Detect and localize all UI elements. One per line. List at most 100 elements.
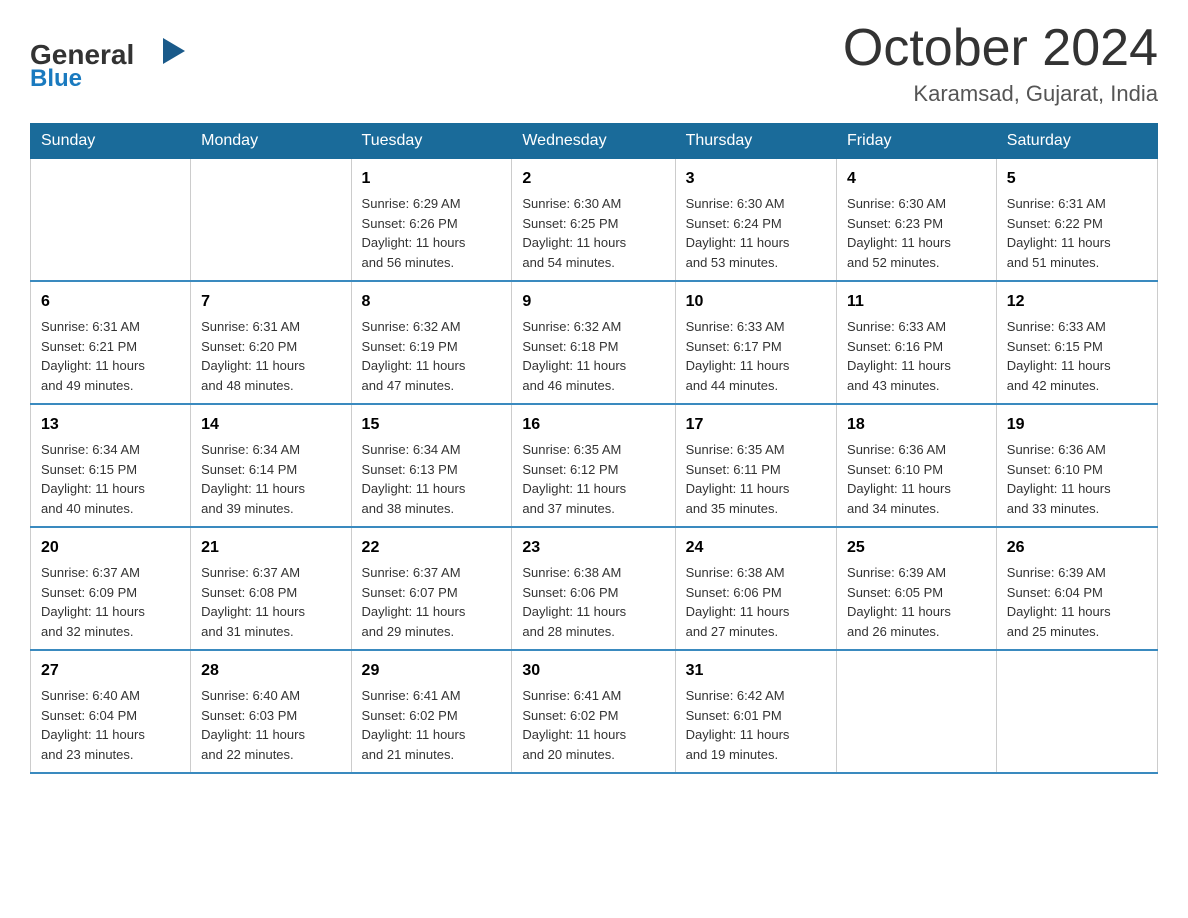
logo-svg: General Blue <box>30 26 190 91</box>
calendar-table: Sunday Monday Tuesday Wednesday Thursday… <box>30 123 1158 774</box>
day-info: Sunrise: 6:35 AM Sunset: 6:12 PM Dayligh… <box>522 440 664 518</box>
calendar-day-cell: 1Sunrise: 6:29 AM Sunset: 6:26 PM Daylig… <box>351 159 512 282</box>
calendar-day-cell: 31Sunrise: 6:42 AM Sunset: 6:01 PM Dayli… <box>675 650 836 773</box>
day-info: Sunrise: 6:38 AM Sunset: 6:06 PM Dayligh… <box>686 563 826 641</box>
calendar-day-cell: 10 Sunrise: 6:33 AM Sunset: 6:17 PM Dayli… <box>675 281 836 404</box>
calendar-week-row: 20 Sunrise: 6:37 AM Sunset: 6:09 PM Dayli… <box>31 527 1158 650</box>
col-saturday: Saturday <box>996 124 1157 159</box>
day-info: Sunrise: 6:33 AM Sunset: 6:15 PM Dayligh… <box>1007 317 1147 395</box>
calendar-day-cell: 28 Sunrise: 6:40 AM Sunset: 6:03 PM Dayli… <box>191 650 351 773</box>
location-title: Karamsad, Gujarat, India <box>843 81 1158 107</box>
day-number: 11 <box>847 290 986 314</box>
day-info: Sunrise: 6:42 AM Sunset: 6:01 PM Dayligh… <box>686 686 826 764</box>
calendar-day-cell: 5 Sunrise: 6:31 AM Sunset: 6:22 PM Daylig… <box>996 159 1157 282</box>
day-info: Sunrise: 6:39 AM Sunset: 6:05 PM Dayligh… <box>847 563 986 641</box>
calendar-day-cell <box>996 650 1157 773</box>
calendar-day-cell: 14 Sunrise: 6:34 AM Sunset: 6:14 PM Dayli… <box>191 404 351 527</box>
calendar-week-row: 13 Sunrise: 6:34 AM Sunset: 6:15 PM Dayli… <box>31 404 1158 527</box>
day-number: 7 <box>201 290 340 314</box>
calendar-day-cell: 13 Sunrise: 6:34 AM Sunset: 6:15 PM Dayli… <box>31 404 191 527</box>
day-info: Sunrise: 6:30 AM Sunset: 6:24 PM Dayligh… <box>686 194 826 272</box>
calendar-day-cell: 15 Sunrise: 6:34 AM Sunset: 6:13 PM Dayli… <box>351 404 512 527</box>
day-number: 1 <box>362 167 502 191</box>
day-number: 29 <box>362 659 502 683</box>
day-info: Sunrise: 6:31 AM Sunset: 6:20 PM Dayligh… <box>201 317 340 395</box>
day-info: Sunrise: 6:31 AM Sunset: 6:21 PM Dayligh… <box>41 317 180 395</box>
col-friday: Friday <box>837 124 997 159</box>
day-info: Sunrise: 6:34 AM Sunset: 6:15 PM Dayligh… <box>41 440 180 518</box>
day-info: Sunrise: 6:37 AM Sunset: 6:07 PM Dayligh… <box>362 563 502 641</box>
day-number: 9 <box>522 290 664 314</box>
day-info: Sunrise: 6:32 AM Sunset: 6:19 PM Dayligh… <box>362 317 502 395</box>
day-info: Sunrise: 6:36 AM Sunset: 6:10 PM Dayligh… <box>1007 440 1147 518</box>
day-number: 26 <box>1007 536 1147 560</box>
calendar-week-row: 1Sunrise: 6:29 AM Sunset: 6:26 PM Daylig… <box>31 159 1158 282</box>
day-number: 5 <box>1007 167 1147 191</box>
calendar-day-cell: 2 Sunrise: 6:30 AM Sunset: 6:25 PM Daylig… <box>512 159 675 282</box>
day-info: Sunrise: 6:37 AM Sunset: 6:09 PM Dayligh… <box>41 563 180 641</box>
calendar-day-cell: 24 Sunrise: 6:38 AM Sunset: 6:06 PM Dayli… <box>675 527 836 650</box>
day-info: Sunrise: 6:30 AM Sunset: 6:23 PM Dayligh… <box>847 194 986 272</box>
col-monday: Monday <box>191 124 351 159</box>
calendar-day-cell: 8Sunrise: 6:32 AM Sunset: 6:19 PM Daylig… <box>351 281 512 404</box>
calendar-day-cell: 29Sunrise: 6:41 AM Sunset: 6:02 PM Dayli… <box>351 650 512 773</box>
day-info: Sunrise: 6:33 AM Sunset: 6:17 PM Dayligh… <box>686 317 826 395</box>
logo: General Blue <box>30 20 190 91</box>
day-info: Sunrise: 6:34 AM Sunset: 6:13 PM Dayligh… <box>362 440 502 518</box>
day-info: Sunrise: 6:37 AM Sunset: 6:08 PM Dayligh… <box>201 563 340 641</box>
calendar-day-cell: 3Sunrise: 6:30 AM Sunset: 6:24 PM Daylig… <box>675 159 836 282</box>
day-number: 23 <box>522 536 664 560</box>
col-sunday: Sunday <box>31 124 191 159</box>
day-number: 15 <box>362 413 502 437</box>
day-number: 4 <box>847 167 986 191</box>
calendar-day-cell <box>837 650 997 773</box>
day-number: 21 <box>201 536 340 560</box>
calendar-day-cell: 6 Sunrise: 6:31 AM Sunset: 6:21 PM Daylig… <box>31 281 191 404</box>
calendar-day-cell: 21 Sunrise: 6:37 AM Sunset: 6:08 PM Dayli… <box>191 527 351 650</box>
day-number: 24 <box>686 536 826 560</box>
col-thursday: Thursday <box>675 124 836 159</box>
day-info: Sunrise: 6:34 AM Sunset: 6:14 PM Dayligh… <box>201 440 340 518</box>
month-title: October 2024 <box>843 20 1158 77</box>
calendar-day-cell: 7 Sunrise: 6:31 AM Sunset: 6:20 PM Daylig… <box>191 281 351 404</box>
col-tuesday: Tuesday <box>351 124 512 159</box>
calendar-day-cell: 25Sunrise: 6:39 AM Sunset: 6:05 PM Dayli… <box>837 527 997 650</box>
day-number: 10 <box>686 290 826 314</box>
days-header-row: Sunday Monday Tuesday Wednesday Thursday… <box>31 124 1158 159</box>
title-block: October 2024 Karamsad, Gujarat, India <box>843 20 1158 107</box>
col-wednesday: Wednesday <box>512 124 675 159</box>
calendar-day-cell: 11Sunrise: 6:33 AM Sunset: 6:16 PM Dayli… <box>837 281 997 404</box>
calendar-header: Sunday Monday Tuesday Wednesday Thursday… <box>31 124 1158 159</box>
day-number: 22 <box>362 536 502 560</box>
calendar-day-cell: 30 Sunrise: 6:41 AM Sunset: 6:02 PM Dayli… <box>512 650 675 773</box>
page-header: General Blue October 2024 Karamsad, Guja… <box>30 20 1158 107</box>
day-number: 30 <box>522 659 664 683</box>
calendar-day-cell: 12 Sunrise: 6:33 AM Sunset: 6:15 PM Dayli… <box>996 281 1157 404</box>
day-info: Sunrise: 6:41 AM Sunset: 6:02 PM Dayligh… <box>522 686 664 764</box>
day-number: 2 <box>522 167 664 191</box>
day-info: Sunrise: 6:38 AM Sunset: 6:06 PM Dayligh… <box>522 563 664 641</box>
day-info: Sunrise: 6:40 AM Sunset: 6:03 PM Dayligh… <box>201 686 340 764</box>
calendar-week-row: 27Sunrise: 6:40 AM Sunset: 6:04 PM Dayli… <box>31 650 1158 773</box>
day-number: 28 <box>201 659 340 683</box>
day-info: Sunrise: 6:30 AM Sunset: 6:25 PM Dayligh… <box>522 194 664 272</box>
calendar-day-cell: 16 Sunrise: 6:35 AM Sunset: 6:12 PM Dayli… <box>512 404 675 527</box>
day-number: 19 <box>1007 413 1147 437</box>
day-number: 16 <box>522 413 664 437</box>
day-info: Sunrise: 6:31 AM Sunset: 6:22 PM Dayligh… <box>1007 194 1147 272</box>
day-info: Sunrise: 6:35 AM Sunset: 6:11 PM Dayligh… <box>686 440 826 518</box>
calendar-day-cell: 17 Sunrise: 6:35 AM Sunset: 6:11 PM Dayli… <box>675 404 836 527</box>
day-number: 27 <box>41 659 180 683</box>
day-number: 13 <box>41 413 180 437</box>
calendar-day-cell: 26Sunrise: 6:39 AM Sunset: 6:04 PM Dayli… <box>996 527 1157 650</box>
svg-text:Blue: Blue <box>30 65 82 91</box>
day-number: 12 <box>1007 290 1147 314</box>
day-number: 6 <box>41 290 180 314</box>
calendar-day-cell: 4 Sunrise: 6:30 AM Sunset: 6:23 PM Daylig… <box>837 159 997 282</box>
day-number: 14 <box>201 413 340 437</box>
calendar-day-cell: 20 Sunrise: 6:37 AM Sunset: 6:09 PM Dayli… <box>31 527 191 650</box>
day-number: 18 <box>847 413 986 437</box>
day-number: 20 <box>41 536 180 560</box>
day-info: Sunrise: 6:36 AM Sunset: 6:10 PM Dayligh… <box>847 440 986 518</box>
day-number: 17 <box>686 413 826 437</box>
